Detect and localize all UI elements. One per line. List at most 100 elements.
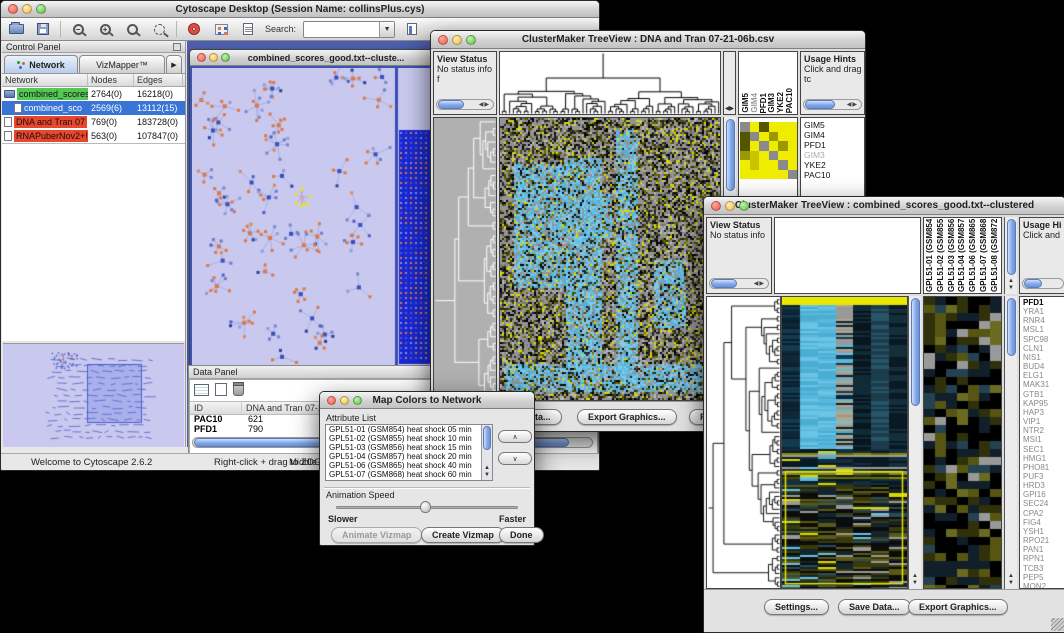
- scrollbar-thumb[interactable]: [911, 298, 920, 406]
- zoom-button[interactable]: [466, 35, 476, 45]
- save-data-button[interactable]: Save Data...: [838, 599, 911, 615]
- gene-label[interactable]: GPI16: [1023, 490, 1064, 499]
- gene-label[interactable]: FIG4: [1023, 518, 1064, 527]
- treeview1-titlebar[interactable]: ClusterMaker TreeView : DNA and Tran 07-…: [431, 31, 865, 49]
- minimize-button[interactable]: [340, 396, 349, 405]
- tv2-vscrollbar[interactable]: ▲▼: [908, 296, 921, 589]
- scroll-arrows-icon[interactable]: ▲▼: [1008, 573, 1014, 589]
- gene-label[interactable]: GIM5: [804, 120, 864, 130]
- scroll-arrows-icon[interactable]: ◀▶: [754, 280, 768, 287]
- minimize-button[interactable]: [725, 201, 735, 211]
- close-button[interactable]: [197, 53, 206, 62]
- gene-label[interactable]: HAP3: [1023, 408, 1064, 417]
- tv2-usage-hscrollbar[interactable]: [1022, 278, 1064, 289]
- network-table-row[interactable]: DNA and Tran 07 769(0) 183728(0): [2, 115, 185, 129]
- gene-label[interactable]: MAK31: [1023, 380, 1064, 389]
- gene-label[interactable]: VIP1: [1023, 417, 1064, 426]
- gene-label[interactable]: GTB1: [1023, 390, 1064, 399]
- network-overview-panel[interactable]: [3, 343, 184, 447]
- help-lifering-icon[interactable]: [184, 20, 204, 38]
- gene-label[interactable]: SEC1: [1023, 445, 1064, 454]
- tv2-col-labels-vscrollbar[interactable]: ▲▼: [1004, 217, 1017, 294]
- gene-label[interactable]: KAP95: [1023, 399, 1064, 408]
- gene-label[interactable]: PEP5: [1023, 573, 1064, 582]
- attribute-file-icon[interactable]: [402, 20, 422, 38]
- scroll-arrows-icon[interactable]: ◀▶: [724, 105, 735, 112]
- gene-label[interactable]: NIS1: [1023, 353, 1064, 362]
- gene-label[interactable]: CLN1: [1023, 344, 1064, 353]
- gene-label[interactable]: RPO21: [1023, 536, 1064, 545]
- network-overview-canvas[interactable]: [3, 344, 184, 447]
- animate-vizmap-button[interactable]: Animate Vizmap: [331, 527, 422, 543]
- zoom-button[interactable]: [221, 53, 230, 62]
- heatmap-canvas[interactable]: [782, 297, 907, 588]
- network-table-row[interactable]: RNAPuberNov2+! 563(0) 107847(0): [2, 129, 185, 143]
- network-view-titlebar[interactable]: combined_scores_good.txt--cluste...: [190, 50, 432, 66]
- gene-label[interactable]: MSI1: [1023, 435, 1064, 444]
- gene-label[interactable]: RPN1: [1023, 554, 1064, 563]
- row-dendrogram-canvas[interactable]: [707, 297, 780, 588]
- layout-grid-icon[interactable]: [211, 20, 231, 38]
- speed-slider-thumb[interactable]: [420, 501, 431, 513]
- gene-label[interactable]: PUF3: [1023, 472, 1064, 481]
- column-dendrogram-canvas[interactable]: [500, 52, 720, 114]
- gene-label[interactable]: TCB3: [1023, 564, 1064, 573]
- zoom-button[interactable]: [36, 4, 46, 14]
- network-table-row[interactable]: combined_scores 2764(0) 16218(0): [2, 87, 185, 101]
- gene-label[interactable]: BUD4: [1023, 362, 1064, 371]
- move-up-button[interactable]: ∧: [498, 430, 532, 443]
- tv2-column-tree-pane[interactable]: [774, 217, 921, 294]
- delete-attribute-icon[interactable]: [233, 384, 244, 396]
- gene-label[interactable]: RNR4: [1023, 316, 1064, 325]
- scrollbar-thumb[interactable]: [483, 426, 491, 450]
- attribute-item[interactable]: GPL51-07 (GSM868) heat shock 60 min: [327, 471, 480, 479]
- gene-label[interactable]: PHO81: [1023, 463, 1064, 472]
- zoom-heatmap-canvas[interactable]: [924, 297, 1001, 588]
- minimize-button[interactable]: [452, 35, 462, 45]
- scroll-up-icon[interactable]: ▲: [482, 465, 492, 472]
- network-table-header[interactable]: Network Nodes Edges: [2, 74, 185, 87]
- open-session-button[interactable]: [6, 20, 26, 38]
- scrollbar-thumb[interactable]: [1007, 219, 1016, 275]
- search-input[interactable]: ▼: [303, 21, 395, 38]
- attribute-list-vscrollbar[interactable]: ▲ ▼: [481, 425, 492, 480]
- settings-button[interactable]: Settings...: [764, 599, 829, 615]
- scroll-arrows-icon[interactable]: ▲▼: [1008, 278, 1014, 294]
- zoom-button[interactable]: [353, 396, 362, 405]
- tv1-usage-hscrollbar[interactable]: ◀▶: [803, 99, 862, 110]
- close-button[interactable]: [711, 201, 721, 211]
- treeview2-titlebar[interactable]: ClusterMaker TreeView : combined_scores_…: [704, 197, 1064, 215]
- gene-label[interactable]: MSL1: [1023, 325, 1064, 334]
- scrollbar-thumb[interactable]: [1024, 279, 1042, 288]
- gene-label[interactable]: PAN1: [1023, 545, 1064, 554]
- gene-label[interactable]: PAC10: [804, 170, 864, 180]
- close-button[interactable]: [8, 4, 18, 14]
- gene-label[interactable]: NTR2: [1023, 426, 1064, 435]
- gene-label[interactable]: GIM3: [804, 150, 864, 160]
- scroll-arrows-icon[interactable]: ◀▶: [847, 101, 861, 108]
- gene-label[interactable]: YKE2: [804, 160, 864, 170]
- tv2-gene-vscrollbar[interactable]: ▲▼: [1004, 296, 1017, 589]
- chevron-down-icon[interactable]: ▼: [379, 22, 394, 37]
- export-graphics-button[interactable]: Export Graphics...: [908, 599, 1008, 615]
- done-button[interactable]: Done: [499, 527, 544, 543]
- network-table-row[interactable]: combined_sco 2569(6) 13112(15): [2, 101, 185, 115]
- minimize-button[interactable]: [22, 4, 32, 14]
- scroll-arrows-icon[interactable]: ▲▼: [912, 573, 918, 589]
- new-attribute-icon[interactable]: [215, 383, 227, 396]
- zoom-selected-icon[interactable]: [149, 20, 169, 38]
- zoom-button[interactable]: [739, 201, 749, 211]
- scrollbar-thumb[interactable]: [1007, 298, 1016, 356]
- scrollbar-thumb[interactable]: [711, 279, 737, 288]
- export-graphics-button[interactable]: Export Graphics...: [577, 409, 677, 425]
- gene-label[interactable]: PFD1: [804, 140, 864, 150]
- gene-label[interactable]: YRA1: [1023, 307, 1064, 316]
- tv1-status-hscrollbar[interactable]: ◀▶: [436, 99, 494, 110]
- create-vizmap-button[interactable]: Create Vizmap: [421, 527, 505, 543]
- scroll-down-icon[interactable]: ▼: [482, 472, 492, 479]
- gene-label[interactable]: CPA2: [1023, 509, 1064, 518]
- float-panel-icon[interactable]: [173, 43, 181, 51]
- zoom-out-icon[interactable]: −: [68, 20, 88, 38]
- tv2-status-hscrollbar[interactable]: ◀▶: [709, 278, 769, 289]
- tab-overflow-arrow[interactable]: ▶: [166, 55, 182, 73]
